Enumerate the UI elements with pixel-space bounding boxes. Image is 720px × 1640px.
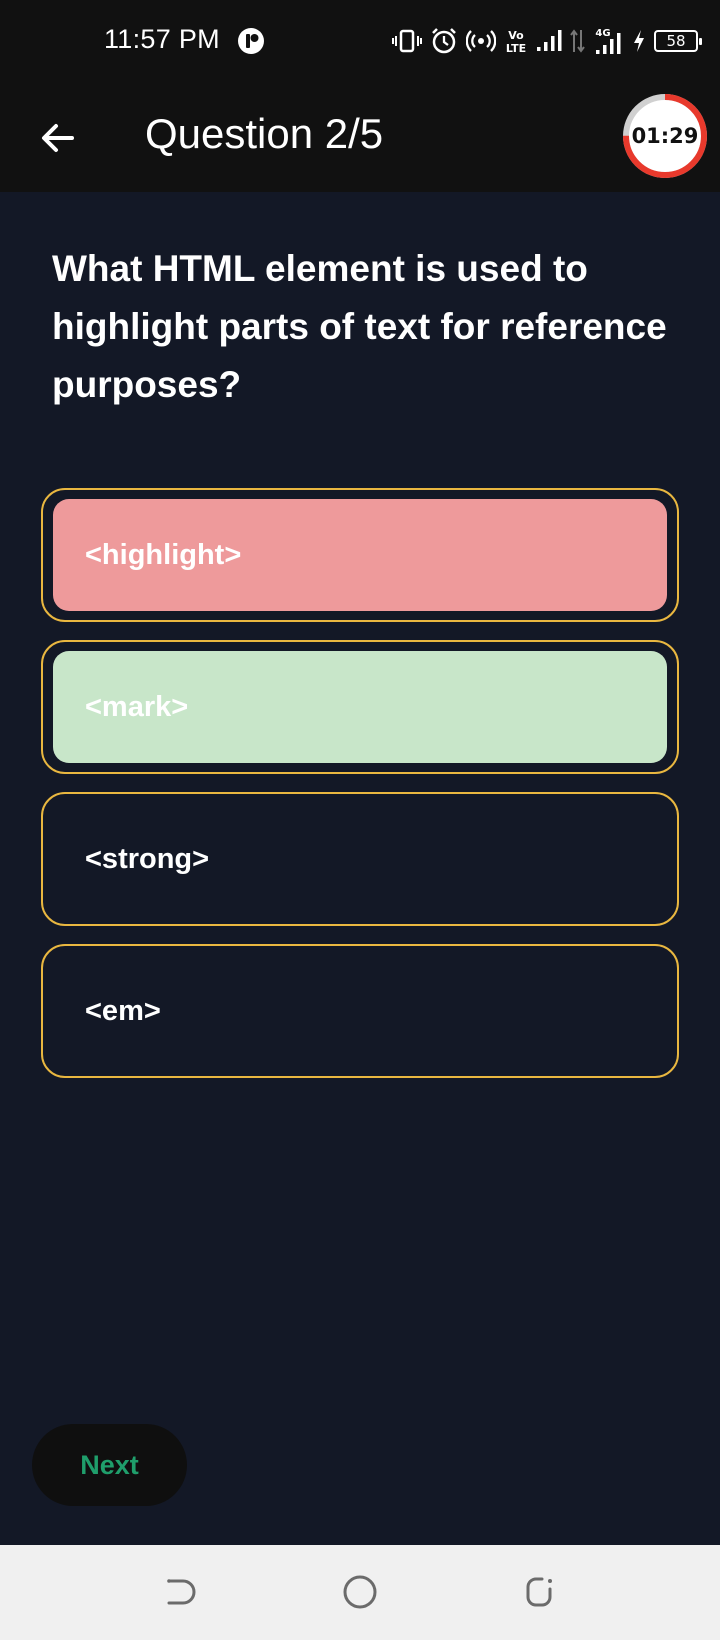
option-label: <em> xyxy=(85,994,161,1027)
option-label: <strong> xyxy=(85,842,210,875)
nav-back-button[interactable] xyxy=(153,1565,207,1619)
svg-text:LTE: LTE xyxy=(506,42,526,55)
status-time: 11:57 PM xyxy=(104,24,220,54)
countdown-timer: 01:29 xyxy=(620,91,710,181)
signal-icon xyxy=(537,30,562,51)
hotspot-icon xyxy=(466,30,496,52)
status-bar: 11:57 PM Vo LTE 4G 58 xyxy=(0,0,720,84)
alarm-icon xyxy=(432,28,456,54)
option-label: <mark> xyxy=(85,690,189,723)
option-fill: <strong> xyxy=(53,803,667,915)
back-arrow-icon xyxy=(42,124,74,152)
back-gesture-icon xyxy=(167,1579,196,1605)
app-bar: Question 2/5 01:29 xyxy=(0,84,720,192)
option-highlight[interactable]: <highlight> xyxy=(41,488,679,622)
back-button[interactable] xyxy=(34,114,82,162)
home-icon xyxy=(343,1575,377,1609)
app-notification-icon xyxy=(238,28,264,54)
option-strong[interactable]: <strong> xyxy=(41,792,679,926)
nav-recents-button[interactable] xyxy=(513,1565,567,1619)
question-text: What HTML element is used to highlight p… xyxy=(52,248,667,405)
recents-icon xyxy=(526,1577,552,1607)
volte-icon: Vo LTE xyxy=(506,29,526,55)
system-nav-bar xyxy=(0,1545,720,1640)
vibrate-icon xyxy=(392,29,422,53)
option-fill: <mark> xyxy=(53,651,667,763)
option-label: <highlight> xyxy=(85,538,242,571)
svg-text:Vo: Vo xyxy=(508,29,524,42)
quiz-screen: 11:57 PM Vo LTE 4G 58 Question 2/5 01:29… xyxy=(0,0,720,1640)
option-fill: <highlight> xyxy=(53,499,667,611)
battery-icon: 58 xyxy=(654,30,702,52)
charging-icon xyxy=(634,30,644,52)
nav-home-button[interactable] xyxy=(333,1565,387,1619)
question-counter: Question 2/5 xyxy=(145,110,384,157)
option-fill: <em> xyxy=(53,955,667,1067)
status-icons: Vo LTE 4G 58 xyxy=(392,24,702,58)
timer-value: 01:29 xyxy=(631,124,699,148)
battery-level: 58 xyxy=(666,32,686,50)
option-mark[interactable]: <mark> xyxy=(41,640,679,774)
next-button[interactable]: Next xyxy=(32,1424,187,1506)
svg-text:4G: 4G xyxy=(595,28,610,39)
data-arrows-icon xyxy=(570,29,585,53)
signal-4g-icon: 4G xyxy=(595,28,621,54)
option-em[interactable]: <em> xyxy=(41,944,679,1078)
